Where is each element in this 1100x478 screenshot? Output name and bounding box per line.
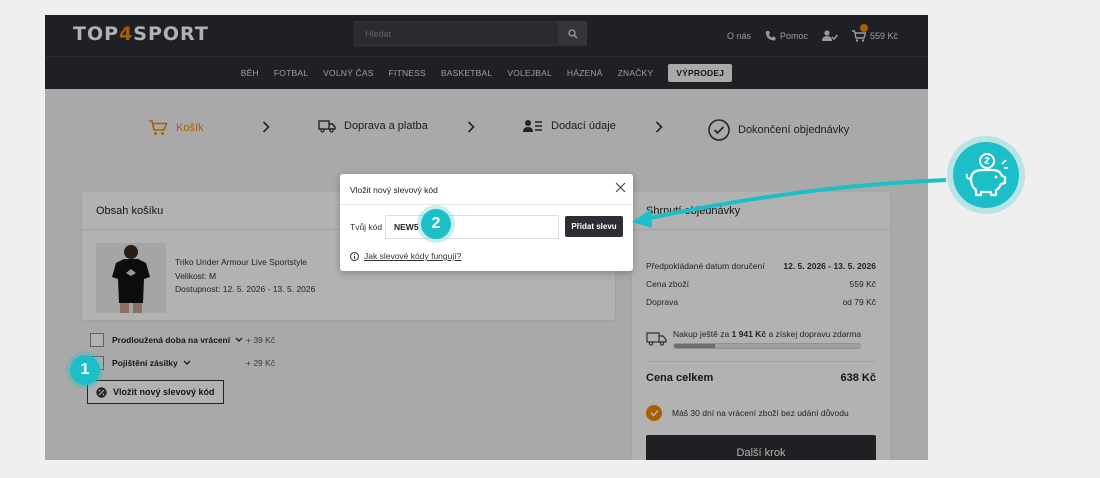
discount-code-modal: Vložit nový slevový kód Tvůj kód Přidat …: [340, 174, 633, 271]
screenshot-frame: TOP4SPORT O nás Pomoc 55: [45, 15, 928, 460]
modal-title: Vložit nový slevový kód: [350, 185, 438, 195]
tutorial-stage: TOP4SPORT O nás Pomoc 55: [0, 0, 1100, 478]
step-marker-1: 1: [70, 355, 100, 385]
info-icon: [350, 251, 359, 261]
discount-code-input[interactable]: [385, 215, 559, 239]
discount-help: Jak slevové kódy fungují?: [350, 251, 461, 261]
step-marker-2: 2: [421, 209, 451, 239]
discount-help-link[interactable]: Jak slevové kódy fungují?: [364, 251, 461, 261]
code-label: Tvůj kód: [350, 222, 383, 232]
close-icon[interactable]: [615, 182, 626, 193]
piggy-bank-icon: [953, 142, 1019, 208]
divider: [340, 204, 633, 205]
apply-discount-button[interactable]: Přidat slevu: [565, 216, 623, 237]
